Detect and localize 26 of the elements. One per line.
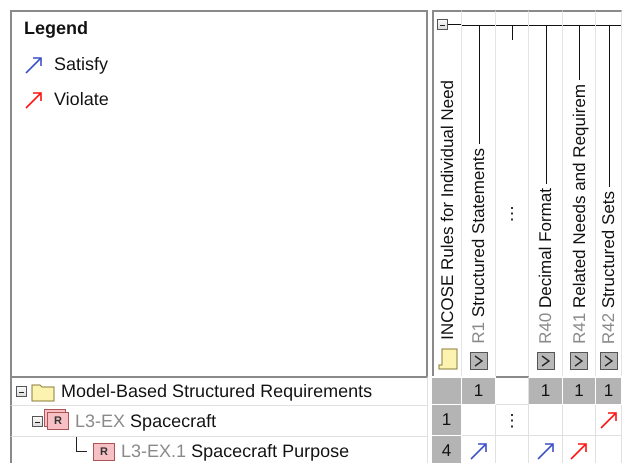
column-label: R42 Structured Sets	[600, 190, 617, 346]
count-cell: 1	[563, 376, 596, 405]
column-label: R40 Decimal Format	[537, 187, 554, 346]
count-cell	[432, 376, 462, 405]
row-label[interactable]: L3-EX Spacecraft	[75, 410, 216, 432]
count-cell: 1	[596, 376, 622, 405]
count-cell: 1	[529, 376, 563, 405]
collapse-toggle[interactable]	[16, 386, 26, 397]
folder-icon	[31, 382, 55, 402]
collapse-toggle[interactable]	[437, 18, 448, 30]
requirement-icon: R	[93, 442, 115, 460]
row-label[interactable]: L3-EX.1 Spacecraft Purpose	[121, 441, 350, 462]
column-label: INCOSE Rules for Individual Need	[439, 79, 456, 342]
column-label: R1 Structured Statements	[470, 147, 487, 346]
column-label: R41 Related Needs and Requirem	[570, 83, 588, 346]
count-cell: 4	[432, 436, 462, 463]
legend-label: Satisfy	[54, 54, 108, 75]
count-cell: 1	[432, 405, 462, 436]
more-cell: ⋮	[496, 405, 529, 436]
folder-icon	[438, 348, 458, 370]
legend-label: Violate	[54, 89, 109, 110]
requirement-icon: R	[47, 412, 69, 430]
collapse-toggle[interactable]	[32, 416, 42, 426]
count-cell: 1	[462, 376, 496, 405]
more-columns[interactable]: ⋮	[504, 203, 520, 224]
legend-title: Legend	[24, 18, 88, 39]
